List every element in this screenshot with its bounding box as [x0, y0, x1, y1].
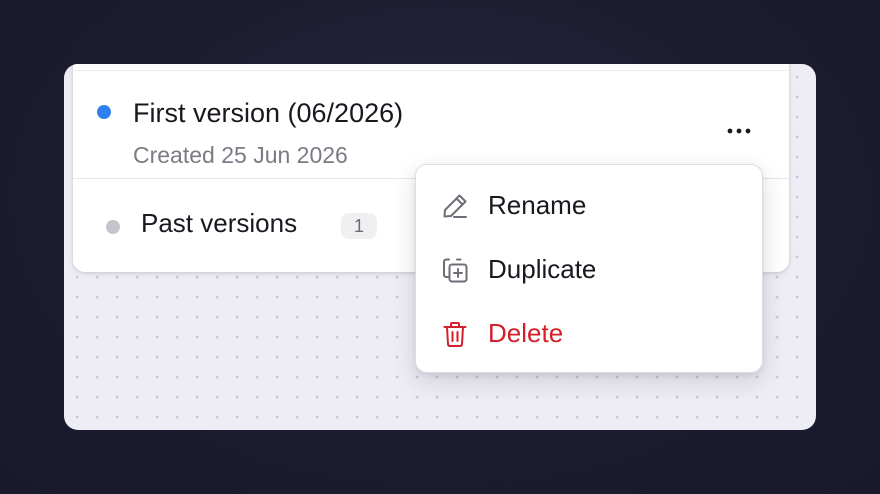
version-title: First version (06/2026): [133, 98, 404, 128]
more-options-button[interactable]: [721, 116, 757, 146]
pencil-icon: [443, 194, 467, 218]
version-context-menu: Rename Duplicate Delete: [415, 164, 763, 373]
menu-item-rename[interactable]: Rename: [416, 174, 762, 238]
menu-item-duplicate[interactable]: Duplicate: [416, 238, 762, 302]
version-created-date: Created 25 Jun 2026: [133, 142, 348, 168]
duplicate-icon: [443, 258, 468, 283]
menu-item-label: Duplicate: [488, 254, 597, 284]
more-horizontal-icon: [727, 128, 751, 134]
menu-item-label: Rename: [488, 190, 587, 220]
current-status-dot: [97, 105, 111, 119]
current-version-row[interactable]: First version (06/2026) Created 25 Jun 2…: [73, 70, 789, 179]
past-versions-count-badge: 1: [341, 213, 377, 239]
past-status-dot: [106, 220, 120, 234]
trash-icon: [443, 322, 467, 347]
menu-item-label: Delete: [488, 318, 564, 348]
past-versions-label[interactable]: Past versions: [141, 208, 297, 239]
menu-item-delete[interactable]: Delete: [416, 302, 762, 366]
